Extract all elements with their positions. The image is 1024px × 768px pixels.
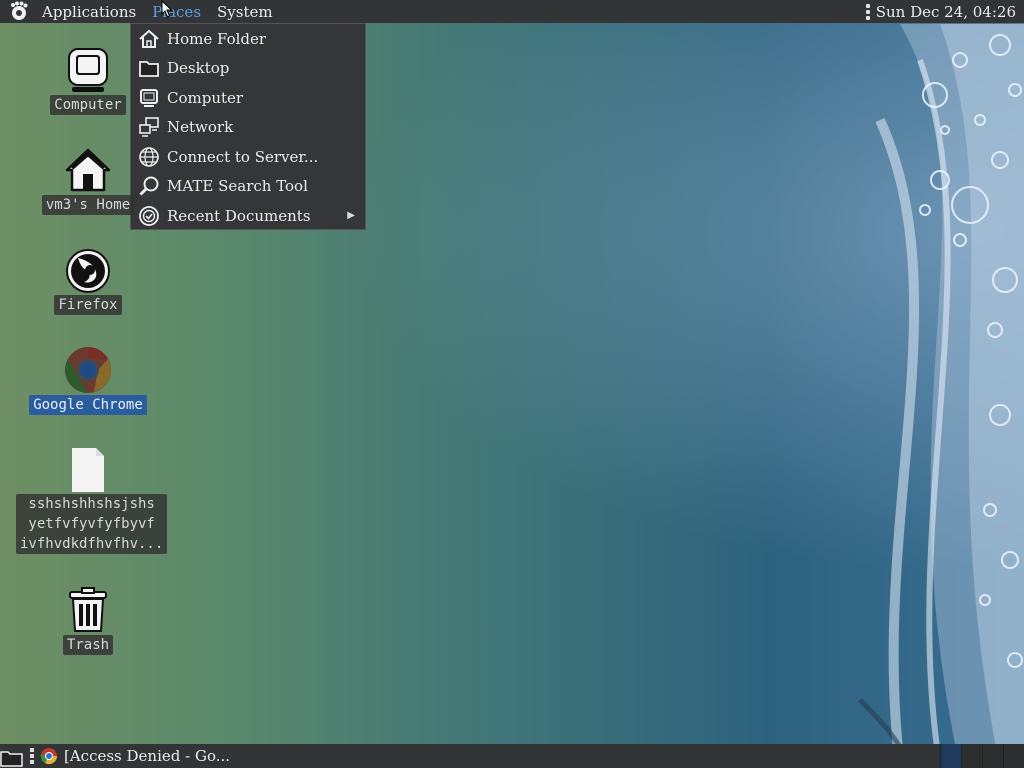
system-menu[interactable]: System [209, 0, 281, 23]
workspace-2[interactable] [961, 744, 982, 768]
top-panel: Applications Places System Sun Dec 24, 0… [0, 0, 1024, 23]
menu-item-label: Recent Documents [167, 206, 311, 225]
desktop-icon-label: Google Chrome [29, 395, 147, 415]
workspace-1[interactable] [940, 744, 961, 768]
menu-item-desktop[interactable]: Desktop [131, 53, 365, 82]
applications-menu[interactable]: Applications [34, 0, 144, 23]
bottom-panel: [Access Denied - Go... [0, 744, 1024, 768]
desktop-icon-label: Computer [50, 95, 126, 115]
menu-item-label: MATE Search Tool [167, 176, 308, 195]
home-icon [64, 146, 112, 194]
home-icon [137, 27, 161, 51]
workspace-3[interactable] [982, 744, 1003, 768]
workspace-4[interactable] [1003, 744, 1024, 768]
menu-item-label: Home Folder [167, 29, 267, 48]
computer-icon [64, 46, 112, 94]
menu-item-network[interactable]: Network [131, 112, 365, 141]
menu-item-recent-documents[interactable]: Recent Documents ▶ [131, 201, 365, 230]
menu-item-home-folder[interactable]: Home Folder [131, 24, 365, 53]
computer-icon [137, 86, 161, 110]
desktop-icon-text-file[interactable]: sshshshhshsjshs yetfvfyvfyfbyvf ivfhvdkd… [16, 446, 168, 554]
taskbar-item-chrome[interactable]: [Access Denied - Go... [40, 744, 230, 768]
desktop-icon-label: sshshshhshsjshs yetfvfyvfyfbyvf ivfhvdkd… [16, 494, 168, 554]
globe-icon [137, 145, 161, 169]
menu-item-label: Network [167, 117, 234, 136]
firefox-icon [64, 246, 112, 294]
show-desktop-icon[interactable] [0, 744, 24, 768]
menu-item-label: Connect to Server... [167, 147, 319, 166]
search-icon [137, 174, 161, 198]
desktop-icon-google-chrome[interactable]: Google Chrome [24, 346, 152, 415]
mouse-cursor-icon [161, 0, 173, 18]
trash-icon [64, 586, 112, 634]
places-dropdown: Home Folder Desktop Computer Network Con… [130, 23, 366, 230]
clock[interactable]: Sun Dec 24, 04:26 [876, 3, 1024, 21]
menu-item-connect-to-server[interactable]: Connect to Server... [131, 142, 365, 171]
desktop-icon-label: vm3's Home [41, 195, 135, 215]
submenu-arrow-icon: ▶ [347, 210, 355, 221]
desktop-icon-computer[interactable]: Computer [40, 46, 136, 115]
chrome-icon [40, 748, 58, 765]
text-file-icon [64, 446, 112, 494]
desktop-icon-home[interactable]: vm3's Home [36, 146, 140, 215]
menu-item-label: Computer [167, 88, 244, 107]
menu-item-label: Desktop [167, 58, 230, 77]
desktop-icon-label: Firefox [54, 295, 122, 315]
desktop-icon-trash[interactable]: Trash [40, 586, 136, 655]
workspace-switcher[interactable] [940, 744, 1024, 768]
panel-handle[interactable] [865, 3, 870, 20]
menu-item-computer[interactable]: Computer [131, 83, 365, 112]
mate-foot-icon[interactable] [8, 1, 30, 23]
desktop-icon-firefox[interactable]: Firefox [40, 246, 136, 315]
chrome-icon [64, 346, 112, 394]
places-menu-button[interactable]: Places [144, 0, 209, 23]
desktop-icon-label: Trash [62, 635, 114, 655]
network-icon [137, 115, 161, 139]
taskbar-item-label: [Access Denied - Go... [64, 747, 231, 765]
recent-icon [137, 204, 161, 228]
folder-icon [137, 56, 161, 80]
panel-handle[interactable] [30, 748, 34, 764]
menu-item-mate-search-tool[interactable]: MATE Search Tool [131, 171, 365, 200]
